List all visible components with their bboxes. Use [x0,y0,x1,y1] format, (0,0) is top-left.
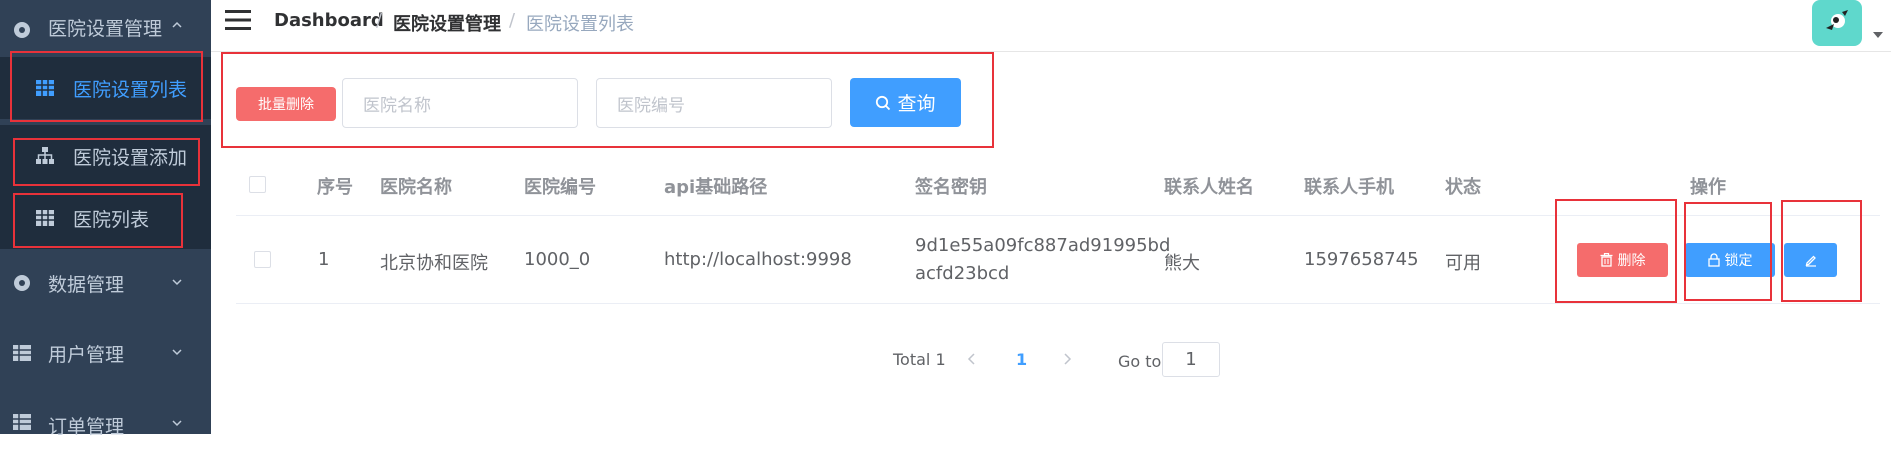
cell-sign-key-line1: 9d1e55a09fc887ad91995bd [915,235,1171,256]
cell-code: 1000_0 [524,249,591,270]
menu-label: 数据管理 [48,274,125,296]
table-icon [36,80,54,96]
column-header-sign-key: 签名密钥 [915,177,987,198]
menu-user-management[interactable]: 用户管理 [0,323,211,383]
table-icon [36,210,54,226]
delete-button-label: 删除 [1617,253,1646,269]
cell-name: 北京协和医院 [380,253,488,274]
avatar-image-icon [1826,10,1848,30]
column-header-name: 医院名称 [380,177,452,198]
search-icon [876,95,891,110]
hospital-name-input[interactable]: 医院名称 [342,78,578,128]
breadcrumb-item-hospital-settings[interactable]: 医院设置管理 [393,10,501,36]
compass-icon [14,275,30,291]
pagination-total: Total 1 [893,350,946,369]
menu-order-management[interactable]: 订单管理 [0,392,211,452]
menu-label: 订单管理 [48,416,125,438]
select-all-checkbox[interactable] [249,176,266,193]
next-page-icon[interactable] [1063,353,1072,365]
hospital-code-input[interactable]: 医院编号 [596,78,832,128]
column-header-actions: 操作 [1690,177,1726,198]
cell-index: 1 [318,249,330,270]
edit-icon [1805,255,1816,267]
batch-delete-button[interactable]: 批量删除 [236,87,336,121]
row-checkbox[interactable] [254,251,271,268]
goto-page-input[interactable]: 1 [1162,342,1220,377]
delete-button[interactable]: 删除 [1577,243,1668,277]
caret-down-icon[interactable] [1873,32,1883,38]
menu-data-management[interactable]: 数据管理 [0,253,211,313]
sidebar-item-hospital-settings-list[interactable]: 医院设置列表 [0,57,211,119]
query-button[interactable]: 查询 [850,78,961,127]
column-header-code: 医院编号 [524,177,596,198]
cell-contact-phone: 1597658745 [1304,249,1419,270]
table-icon [13,345,31,361]
prev-page-icon[interactable] [967,353,976,365]
compass-icon [14,22,30,38]
breadcrumb-separator: / [376,10,383,31]
table-divider [236,303,1880,304]
edit-button[interactable] [1784,243,1837,277]
lock-button-label: 锁定 [1724,253,1753,269]
menu-label: 用户管理 [48,344,125,366]
avatar[interactable] [1812,0,1862,46]
menu-hospital-settings[interactable]: 医院设置管理 [0,0,211,60]
column-header-contact-phone: 联系人手机 [1304,177,1394,198]
cell-sign-key-line2: acfd23bcd [915,263,1010,284]
table-icon [13,414,31,430]
breadcrumb-separator: / [509,10,516,31]
goto-label: Go to [1118,352,1162,371]
hamburger-icon[interactable] [225,9,251,31]
pagination-current-page[interactable]: 1 [1016,350,1027,369]
breadcrumb-item-current: 医院设置列表 [526,14,634,35]
cell-contact-name: 熊大 [1164,253,1200,274]
sidebar: 医院设置管理 医院设置列表 医院设置添加 医院列表 数据管理 用户管理 订单管理 [0,0,211,438]
query-button-label: 查询 [897,93,936,115]
column-header-contact-name: 联系人姓名 [1164,177,1254,198]
chevron-down-icon [172,420,182,427]
chevron-down-icon [172,279,182,286]
menu-label: 医院设置管理 [48,18,163,40]
sidebar-item-label: 医院设置列表 [73,79,188,101]
cell-status: 可用 [1445,253,1481,274]
sidebar-item-hospital-settings-add[interactable]: 医院设置添加 [0,125,211,187]
sidebar-item-label: 医院设置添加 [73,147,188,169]
chevron-up-icon [172,21,182,28]
table-divider [236,215,1880,216]
lock-button[interactable]: 锁定 [1685,243,1775,277]
lock-icon [1707,253,1720,267]
column-header-api: api基础路径 [664,177,768,198]
column-header-status: 状态 [1445,177,1481,198]
cell-api: http://localhost:9998 [664,249,852,270]
tree-icon [36,147,54,164]
breadcrumb-item-dashboard[interactable]: Dashboard [274,10,384,31]
sidebar-item-label: 医院列表 [73,209,150,231]
column-header-index: 序号 [317,177,353,198]
chevron-down-icon [172,349,182,356]
sidebar-item-hospital-list[interactable]: 医院列表 [0,187,211,249]
trash-icon [1600,253,1612,267]
